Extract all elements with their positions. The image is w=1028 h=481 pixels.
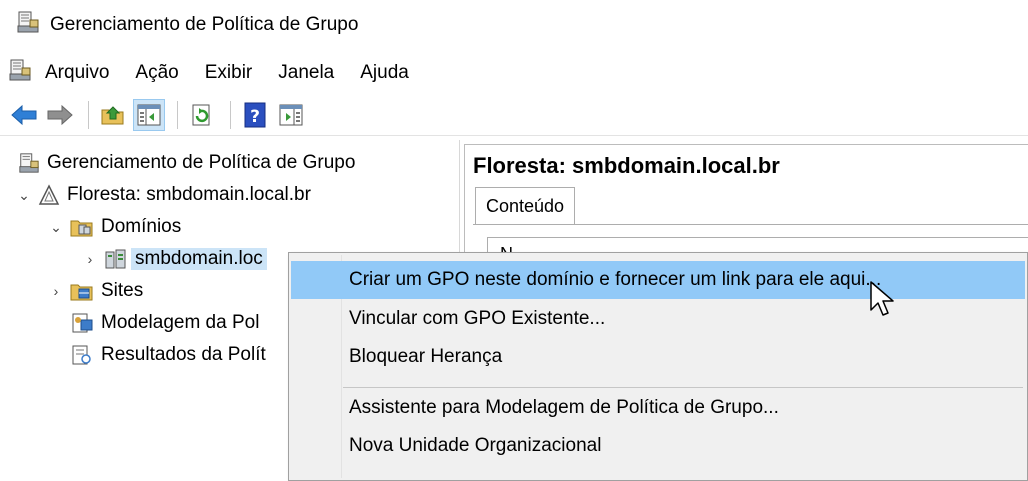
- menu-item-vincular-gpo[interactable]: Vincular com GPO Existente...: [291, 300, 1025, 338]
- tree-item-label: Gerenciamento de Política de Grupo: [47, 152, 356, 173]
- menu-item-bloquear-heranca[interactable]: Bloquear Herança: [291, 338, 1025, 376]
- menu-janela[interactable]: Janela: [265, 62, 347, 84]
- chevron-right-icon[interactable]: ›: [46, 283, 66, 299]
- tree-item-label: Floresta: smbdomain.local.br: [67, 184, 311, 205]
- tree-item-domain[interactable]: › smbdomain.loc: [80, 244, 267, 274]
- tree-item-label: Resultados da Polít: [101, 344, 266, 365]
- chevron-right-icon[interactable]: ›: [80, 251, 100, 267]
- tree-item-results[interactable]: Resultados da Polít: [66, 340, 266, 370]
- menu-separator: [343, 387, 1023, 388]
- toolbar-separator: [88, 100, 89, 129]
- window-title: Gerenciamento de Política de Grupo: [50, 14, 359, 35]
- toolbar-separator: [177, 100, 178, 129]
- tab-conteudo[interactable]: Conteúdo: [475, 187, 576, 225]
- toolbar-separator: [230, 100, 231, 129]
- tree-item-label: Sites: [101, 280, 144, 301]
- menu-bar: Arquivo Ação Exibir Janela Ajuda: [0, 54, 1028, 92]
- chevron-down-icon[interactable]: ⌄: [14, 187, 34, 204]
- tree-item-forest[interactable]: ⌄ Floresta: smbdomain.local.br: [14, 180, 311, 210]
- pane-title: Floresta: smbdomain.local.br: [473, 153, 780, 178]
- help-icon[interactable]: ?: [239, 99, 271, 131]
- refresh-icon[interactable]: [186, 99, 218, 131]
- tree-item-label: smbdomain.loc: [131, 248, 267, 270]
- mouse-cursor-icon: [868, 280, 898, 320]
- show-hide-tree-icon[interactable]: [133, 98, 165, 131]
- tree-item-domains[interactable]: ⌄ Domínios: [46, 212, 181, 242]
- properties-pane-icon[interactable]: [275, 99, 307, 131]
- back-arrow-icon[interactable]: [8, 99, 40, 131]
- tree-item-modeling[interactable]: Modelagem da Pol: [66, 308, 259, 338]
- context-menu: Criar um GPO neste domínio e fornecer um…: [288, 252, 1028, 481]
- results-icon: [70, 344, 94, 366]
- tree-item-sites[interactable]: › Sites: [46, 276, 144, 306]
- modeling-icon: [70, 312, 94, 334]
- forest-icon: [38, 184, 60, 206]
- tree-item-root[interactable]: Gerenciamento de Política de Grupo: [14, 148, 355, 178]
- menu-item-nova-ou[interactable]: Nova Unidade Organizacional: [291, 427, 1025, 465]
- title-bar: Gerenciamento de Política de Grupo: [0, 0, 1028, 50]
- domains-folder-icon: [70, 216, 94, 238]
- gpmc-icon: [18, 152, 40, 174]
- domain-icon: [104, 248, 128, 270]
- gpmc-icon: [16, 10, 40, 40]
- menu-acao[interactable]: Ação: [122, 62, 191, 84]
- forward-arrow-icon[interactable]: [44, 99, 76, 131]
- tree-item-label: Modelagem da Pol: [101, 312, 260, 333]
- menu-ajuda[interactable]: Ajuda: [347, 62, 422, 84]
- menu-arquivo[interactable]: Arquivo: [32, 62, 122, 84]
- chevron-down-icon[interactable]: ⌄: [46, 219, 66, 236]
- toolbar: ?: [0, 94, 1028, 136]
- menu-item-criar-gpo[interactable]: Criar um GPO neste domínio e fornecer um…: [291, 261, 1025, 299]
- app-menu-icon[interactable]: [8, 58, 32, 88]
- up-folder-icon[interactable]: [97, 99, 129, 131]
- menu-exibir[interactable]: Exibir: [192, 62, 266, 84]
- tree-item-label: Domínios: [101, 216, 182, 237]
- svg-text:?: ?: [250, 107, 260, 127]
- menu-item-assistente-modelagem[interactable]: Assistente para Modelagem de Política de…: [291, 389, 1025, 427]
- sites-folder-icon: [70, 280, 94, 302]
